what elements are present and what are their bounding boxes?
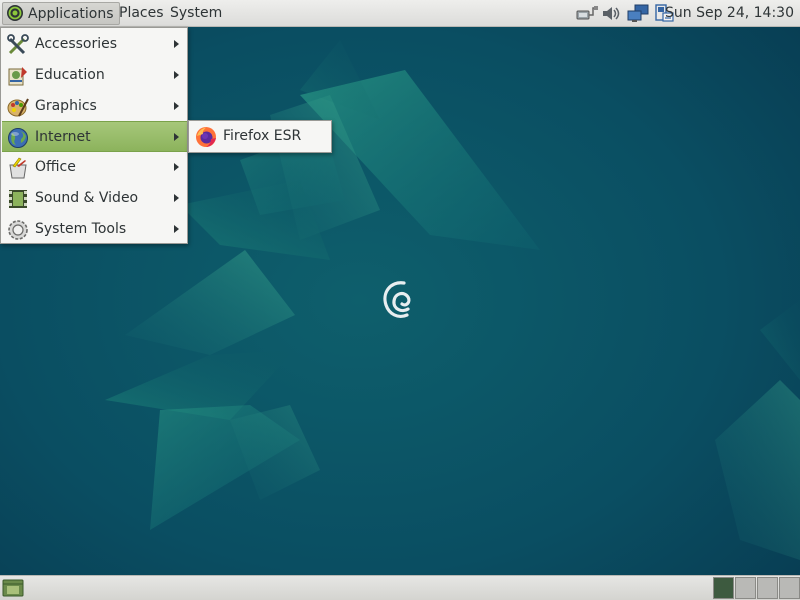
graphics-icon: [7, 98, 29, 117]
menu-item-label: Accessories: [35, 36, 118, 52]
debian-menu-icon: [7, 4, 23, 21]
submenu-arrow-icon: [174, 40, 179, 48]
workspace-2[interactable]: [735, 577, 756, 599]
menu-item-accessories[interactable]: Accessories: [2, 29, 187, 60]
workspace-3[interactable]: [757, 577, 778, 599]
debian-logo-icon: [383, 281, 411, 318]
submenu-arrow-icon: [174, 133, 179, 141]
menu-item-label: Firefox ESR: [223, 128, 302, 144]
system-tools-icon: [8, 220, 28, 240]
menu-item-system-tools[interactable]: System Tools: [2, 214, 187, 245]
top-panel: Applications Places System Sun Sep 24, 1…: [0, 0, 800, 27]
workspace-4[interactable]: [779, 577, 800, 599]
menu-item-label: Sound & Video: [35, 190, 139, 206]
menu-item-label: Graphics: [35, 98, 97, 114]
network-wired-icon[interactable]: [576, 4, 598, 23]
system-menu-button[interactable]: System: [166, 2, 226, 25]
submenu-arrow-icon: [174, 71, 179, 79]
menu-item-education[interactable]: Education: [2, 60, 187, 91]
internet-globe-icon: [8, 128, 28, 148]
submenu-arrow-icon: [174, 163, 179, 171]
submenu-arrow-icon: [174, 225, 179, 233]
menu-item-label: System Tools: [35, 221, 127, 237]
bottom-panel: [0, 575, 800, 600]
menu-item-graphics[interactable]: Graphics: [2, 91, 187, 122]
firefox-icon: [196, 127, 216, 147]
sound-video-icon: [9, 190, 27, 208]
menu-item-office[interactable]: Office: [2, 152, 187, 183]
menu-item-label: Office: [35, 159, 76, 175]
menu-item-firefox-esr[interactable]: Firefox ESR: [190, 122, 330, 151]
accessories-icon: [7, 34, 29, 55]
desktop[interactable]: Applications Places System Sun Sep 24, 1…: [0, 0, 800, 600]
menu-item-label: Education: [35, 67, 105, 83]
volume-icon[interactable]: [600, 4, 622, 23]
menu-item-sound-video[interactable]: Sound & Video: [2, 183, 187, 214]
show-desktop-icon[interactable]: [2, 579, 24, 597]
menu-item-label: Internet: [35, 129, 91, 145]
panel-clock[interactable]: Sun Sep 24, 14:30: [661, 2, 798, 25]
network-workgroup-icon[interactable]: [627, 4, 649, 23]
applications-menu-dropdown: Accessories Education Graphics Internet …: [0, 27, 188, 244]
education-icon: [8, 67, 27, 86]
places-menu-button[interactable]: Places: [115, 2, 168, 25]
applications-menu-button[interactable]: Applications: [2, 2, 120, 25]
internet-submenu: Firefox ESR: [188, 120, 332, 153]
applications-menu-label: Applications: [28, 6, 114, 22]
submenu-arrow-icon: [174, 102, 179, 110]
workspace-1[interactable]: [713, 577, 734, 599]
submenu-arrow-icon: [174, 194, 179, 202]
office-icon: [9, 157, 27, 179]
menu-item-internet[interactable]: Internet: [2, 121, 187, 152]
